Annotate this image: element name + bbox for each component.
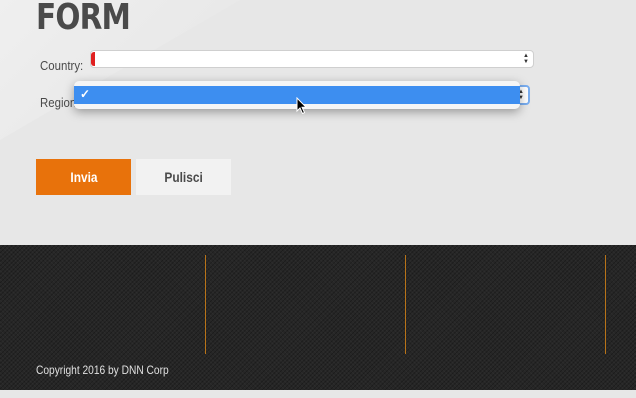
copyright-text: Copyright 2016 by DNN Corp: [36, 363, 169, 377]
bottom-strip: [0, 390, 636, 398]
checkmark-icon: ✓: [80, 87, 91, 101]
submit-button[interactable]: Invia: [36, 159, 131, 195]
footer: Copyright 2016 by DNN Corp: [0, 245, 636, 390]
mouse-pointer-icon: [296, 97, 308, 115]
footer-divider: [405, 255, 406, 354]
clear-button[interactable]: Pulisci: [136, 159, 231, 195]
country-select[interactable]: ▲ ▼: [90, 50, 534, 68]
select-arrows-icon: ▲ ▼: [523, 53, 529, 65]
country-label: Country:: [40, 58, 84, 73]
page-title: FORM: [36, 0, 131, 38]
footer-divider: [205, 255, 206, 354]
region-label: Region: [40, 95, 77, 110]
required-indicator: [91, 52, 95, 66]
footer-divider: [605, 255, 606, 354]
